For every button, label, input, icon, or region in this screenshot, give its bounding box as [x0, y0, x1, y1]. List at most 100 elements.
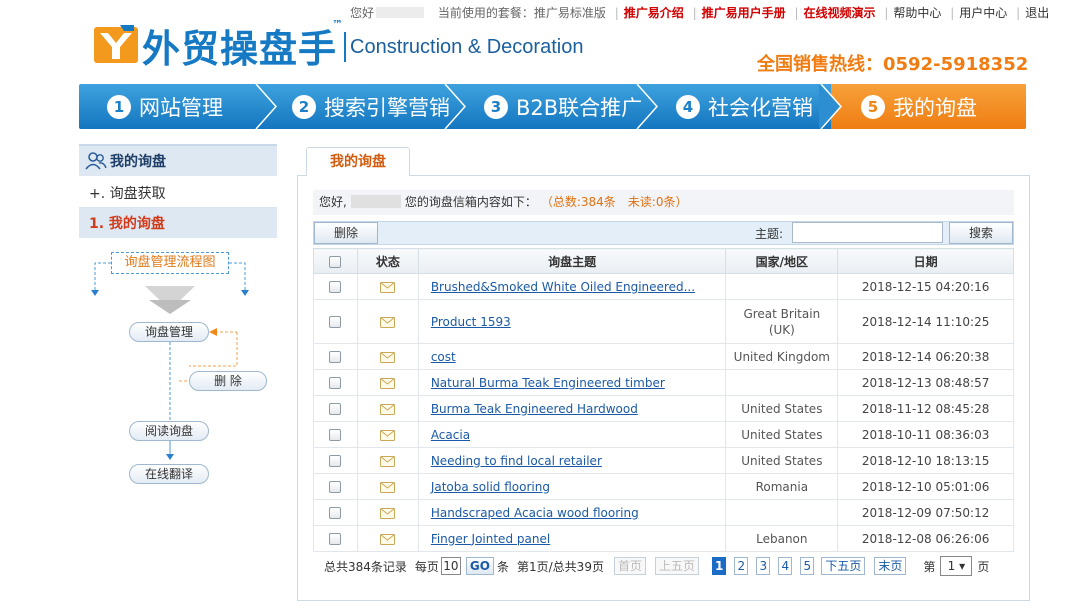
inquiry-subject-link[interactable]: Finger Jointed panel	[431, 532, 550, 546]
row-checkbox[interactable]	[329, 403, 342, 415]
inquiry-subject-link[interactable]: cost	[431, 350, 456, 364]
first-page-button[interactable]: 首页	[613, 557, 646, 575]
inquiry-subject-link[interactable]: Acacia	[431, 428, 470, 442]
page-3-button[interactable]: 3	[756, 557, 771, 575]
inquiry-subject-link[interactable]: Handscraped Acacia wood flooring	[431, 506, 639, 520]
row-select-cell[interactable]	[313, 273, 358, 300]
row-checkbox[interactable]	[329, 316, 342, 328]
row-checkbox[interactable]	[329, 455, 342, 467]
page-2-button[interactable]: 2	[734, 557, 749, 575]
row-country-cell	[725, 273, 839, 300]
unread-mail-icon	[380, 403, 396, 415]
row-select-cell[interactable]	[313, 473, 358, 500]
nav-step-number: 2	[292, 94, 316, 119]
table-row[interactable]: Handscraped Acacia wood flooring 2018-12-…	[313, 499, 1014, 526]
row-checkbox[interactable]	[329, 429, 342, 441]
row-checkbox[interactable]	[329, 507, 342, 519]
row-checkbox[interactable]	[329, 281, 342, 293]
row-checkbox[interactable]	[329, 481, 342, 493]
page-info: 第1页/总共39页	[517, 559, 604, 574]
nav-step-inquiries[interactable]: 5 我的询盘	[861, 84, 977, 129]
table-row[interactable]: Jatoba solid flooring Romania 2018-12-10 0…	[313, 473, 1014, 500]
inquiry-flowchart: 询盘管理流程图 询盘管理 删 除 阅读询盘 在线翻译	[79, 248, 279, 498]
row-country-cell	[725, 499, 839, 526]
table-row[interactable]: Burma Teak Engineered Hardwood United Sta…	[313, 395, 1014, 422]
row-select-cell[interactable]	[313, 447, 358, 474]
prev-five-button[interactable]: 上五页	[654, 557, 699, 575]
column-status: 状态	[356, 248, 419, 274]
next-five-button[interactable]: 下五页	[821, 557, 866, 575]
row-country-cell: United Kingdom	[725, 343, 839, 370]
jump-prefix: 第	[923, 559, 936, 574]
inquiry-subject-link[interactable]: Product 1593	[431, 315, 511, 329]
select-all-checkbox[interactable]	[329, 255, 342, 268]
username-redacted	[350, 195, 401, 208]
trademark-mark: ™	[332, 18, 343, 31]
nav-separator-icon	[444, 84, 467, 129]
table-row[interactable]: Natural Burma Teak Engineered timber 2018…	[313, 369, 1014, 396]
inquiry-subject-link[interactable]: Needing to find local retailer	[431, 454, 602, 468]
table-row[interactable]: cost United Kingdom 2018-12-14 06:20:38	[313, 343, 1014, 370]
unread-mail-icon	[380, 351, 396, 363]
page-1-button[interactable]: 1	[711, 557, 727, 575]
nav-step-social[interactable]: 4 社会化营销	[676, 84, 813, 129]
table-row[interactable]: Acacia United States 2018-10-11 08:36:03	[313, 421, 1014, 448]
row-checkbox[interactable]	[329, 533, 342, 545]
flow-node-read-inquiry: 阅读询盘	[129, 421, 209, 441]
row-checkbox[interactable]	[329, 377, 342, 389]
row-status-cell	[356, 395, 419, 422]
link-user-center[interactable]: 用户中心	[959, 4, 1007, 21]
per-page-input[interactable]: 10	[440, 557, 461, 575]
inquiry-subject-link[interactable]: Burma Teak Engineered Hardwood	[431, 402, 638, 416]
page-jump-select[interactable]: 1 ▾	[940, 556, 973, 576]
search-button[interactable]: 搜索	[949, 222, 1013, 244]
row-select-cell[interactable]	[313, 525, 358, 552]
delete-button[interactable]: 删除	[314, 222, 378, 244]
link-video-demo[interactable]: 在线视频演示	[804, 4, 876, 21]
select-all-cell[interactable]	[313, 248, 358, 274]
link-intro[interactable]: 推广易介绍	[624, 4, 684, 21]
row-select-cell[interactable]	[313, 421, 358, 448]
greeting-bar: 您好, 您的询盘信箱内容如下： （总数:384条 未读:0条）	[313, 190, 1014, 215]
link-manual[interactable]: 推广易用户手册	[702, 4, 786, 21]
row-select-cell[interactable]	[313, 369, 358, 396]
inquiry-table: 状态 询盘主题 国家/地区 日期 Brushed&Smoked White Oi…	[313, 248, 1014, 552]
username-redacted	[376, 7, 425, 18]
subject-label: 主题:	[755, 227, 784, 241]
nav-step-website[interactable]: 1 网站管理	[107, 84, 223, 129]
row-checkbox[interactable]	[329, 351, 342, 363]
table-row[interactable]: Product 1593 Great Britain (UK) 2018-12-14…	[313, 299, 1014, 344]
link-logout[interactable]: 退出	[1025, 4, 1049, 21]
row-select-cell[interactable]	[313, 299, 358, 344]
row-select-cell[interactable]	[313, 343, 358, 370]
inquiry-subject-link[interactable]: Brushed&Smoked White Oiled Engineered...	[431, 280, 695, 294]
row-country-cell: United States	[725, 447, 839, 474]
row-subject-cell: Finger Jointed panel	[417, 525, 727, 552]
greeting-text: 您好	[350, 6, 375, 20]
row-select-cell[interactable]	[313, 395, 358, 422]
sidebar-item-get-inquiries[interactable]: +. 询盘获取	[79, 178, 277, 208]
row-date-cell: 2018-10-11 08:36:03	[837, 421, 1014, 448]
go-button[interactable]: GO	[465, 557, 494, 575]
link-help[interactable]: 帮助中心	[893, 4, 941, 21]
unread-mail-icon	[380, 507, 396, 519]
nav-step-b2b[interactable]: 3 B2B联合推广	[484, 84, 642, 129]
row-select-cell[interactable]	[313, 499, 358, 526]
last-page-button[interactable]: 末页	[874, 557, 907, 575]
table-row[interactable]: Finger Jointed panel Lebanon 2018-12-08 06…	[313, 525, 1014, 552]
sidebar-item-my-inquiries[interactable]: 1. 我的询盘	[79, 208, 277, 238]
row-country-cell: Great Britain (UK)	[725, 299, 839, 344]
sidebar-title: 我的询盘	[79, 144, 277, 176]
page-4-button[interactable]: 4	[778, 557, 793, 575]
inquiry-subject-link[interactable]: Jatoba solid flooring	[431, 480, 550, 494]
tab-my-inquiries[interactable]: 我的询盘	[306, 147, 410, 176]
column-date: 日期	[837, 248, 1014, 274]
nav-step-number: 1	[107, 94, 131, 119]
nav-step-label: B2B联合推广	[516, 95, 643, 120]
page-5-button[interactable]: 5	[800, 557, 815, 575]
table-row[interactable]: Brushed&Smoked White Oiled Engineered...…	[313, 273, 1014, 300]
inquiry-subject-link[interactable]: Natural Burma Teak Engineered timber	[431, 376, 665, 390]
table-row[interactable]: Needing to find local retailer United Sta…	[313, 447, 1014, 474]
nav-step-seo[interactable]: 2 搜索引擎营销	[292, 84, 450, 129]
subject-search-input[interactable]	[792, 222, 943, 243]
